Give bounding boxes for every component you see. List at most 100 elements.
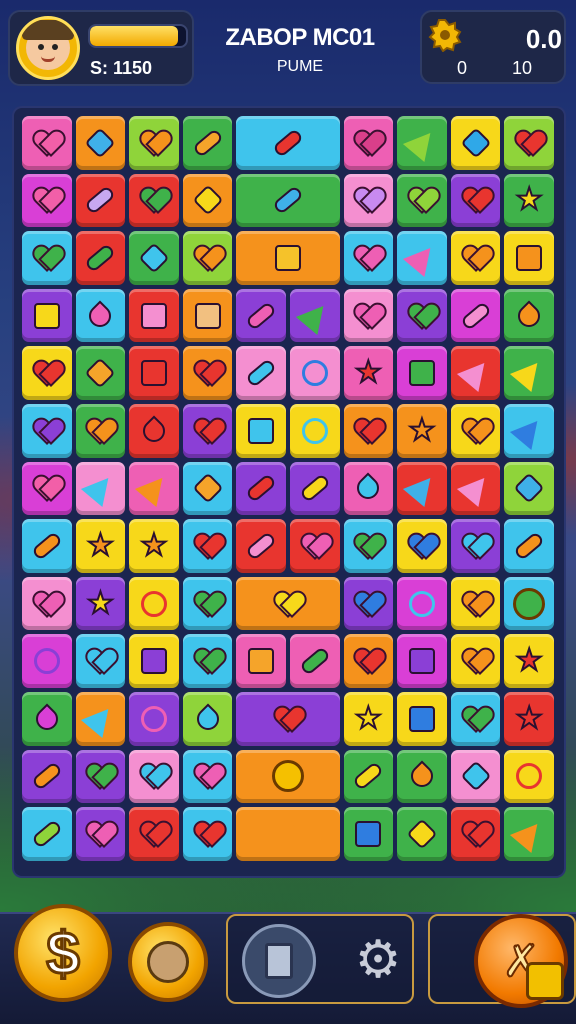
tile-heart[interactable] (182, 576, 233, 631)
tile-heart[interactable] (450, 403, 501, 458)
bag-button[interactable] (128, 922, 208, 1002)
tile-arrow[interactable] (504, 807, 554, 861)
tile-pill[interactable] (236, 173, 340, 228)
tile-box[interactable] (182, 288, 233, 343)
tile-box[interactable] (129, 634, 179, 688)
tile-star[interactable]: ★ (504, 634, 554, 688)
tile-pill[interactable] (22, 519, 72, 573)
tile-box[interactable] (397, 346, 447, 400)
tile-key[interactable] (504, 749, 554, 804)
tile-star[interactable]: ★ (129, 519, 179, 573)
tile-arrow[interactable] (504, 346, 554, 400)
tile-arrow[interactable] (75, 461, 126, 516)
tile-heart[interactable] (504, 116, 554, 170)
tile-heart[interactable] (236, 691, 340, 746)
tile-key[interactable] (397, 576, 447, 631)
tile-pill[interactable] (236, 116, 340, 170)
tile-gem[interactable] (182, 461, 233, 516)
tile-gem[interactable] (450, 116, 501, 170)
tile-heart[interactable] (22, 576, 72, 631)
tile-heart[interactable] (129, 749, 179, 804)
tile-heart[interactable] (129, 807, 179, 861)
tile-box[interactable] (129, 346, 179, 400)
tile-heart[interactable] (75, 807, 126, 861)
coin-button[interactable]: $ (14, 904, 112, 1002)
tile-heart[interactable] (450, 231, 501, 285)
tile-arrow[interactable] (450, 461, 501, 516)
tile-pill[interactable] (289, 634, 340, 688)
tile-arrow[interactable] (504, 403, 554, 458)
tile-heart[interactable] (182, 634, 233, 688)
tile-drop[interactable] (504, 288, 554, 343)
tile-key[interactable] (129, 691, 179, 746)
tile-star[interactable]: ★ (504, 173, 554, 228)
tile-circle[interactable] (504, 576, 554, 631)
tile-heart[interactable] (343, 634, 394, 688)
tile-arrow[interactable] (75, 691, 126, 746)
tile-heart[interactable] (343, 231, 394, 285)
tile-heart[interactable] (289, 519, 340, 573)
tile-gem[interactable] (397, 807, 447, 861)
tile-gem[interactable] (504, 461, 554, 516)
tile-box[interactable] (343, 807, 394, 861)
tile-heart[interactable] (129, 116, 179, 170)
tile-pill[interactable] (343, 749, 394, 804)
tile-pill[interactable] (75, 173, 126, 228)
tile-heart[interactable] (182, 519, 233, 573)
tile-key[interactable] (236, 807, 340, 861)
gold-gear-icon[interactable] (428, 18, 462, 52)
tile-key[interactable] (22, 634, 72, 688)
tile-heart[interactable] (22, 346, 72, 400)
tile-heart[interactable] (22, 461, 72, 516)
tile-heart[interactable] (75, 403, 126, 458)
tile-heart[interactable] (22, 231, 72, 285)
tile-pill[interactable] (236, 288, 286, 343)
tile-arrow[interactable] (450, 346, 501, 400)
settings-gear-icon[interactable]: ⚙ (348, 930, 408, 990)
tile-heart[interactable] (343, 403, 394, 458)
tile-heart[interactable] (450, 634, 501, 688)
tile-heart[interactable] (397, 288, 447, 343)
player-avatar[interactable] (16, 16, 80, 80)
tile-circle[interactable] (236, 749, 340, 804)
tile-star[interactable]: ★ (504, 691, 554, 746)
tile-heart[interactable] (22, 173, 72, 228)
tile-gem[interactable] (182, 173, 233, 228)
tile-drop[interactable] (75, 288, 126, 343)
tile-pill[interactable] (22, 749, 72, 804)
tile-pill[interactable] (236, 461, 286, 516)
tile-pill[interactable] (236, 346, 286, 400)
tile-drop[interactable] (22, 691, 72, 746)
tile-star[interactable]: ★ (397, 403, 447, 458)
tile-gem[interactable] (450, 749, 501, 804)
tile-arrow[interactable] (289, 288, 340, 343)
tile-heart[interactable] (182, 807, 233, 861)
tile-heart[interactable] (22, 403, 72, 458)
tile-heart[interactable] (343, 173, 394, 228)
tile-arrow[interactable] (129, 461, 179, 516)
tile-heart[interactable] (450, 519, 501, 573)
tile-box[interactable] (397, 634, 447, 688)
tile-star[interactable]: ★ (75, 519, 126, 573)
tile-drop[interactable] (343, 461, 394, 516)
tile-pill[interactable] (182, 116, 233, 170)
tile-box[interactable] (236, 634, 286, 688)
tile-star[interactable]: ★ (343, 691, 394, 746)
tile-heart[interactable] (22, 116, 72, 170)
tile-heart[interactable] (450, 691, 501, 746)
tile-gem[interactable] (129, 231, 179, 285)
tile-box[interactable] (504, 231, 554, 285)
tile-arrow[interactable] (397, 461, 447, 516)
tile-heart[interactable] (182, 403, 233, 458)
tile-box[interactable] (236, 231, 340, 285)
tile-heart[interactable] (182, 231, 233, 285)
tile-heart[interactable] (75, 749, 126, 804)
tile-arrow[interactable] (397, 231, 447, 285)
tile-heart[interactable] (182, 346, 233, 400)
tile-drop[interactable] (182, 691, 233, 746)
tile-gem[interactable] (75, 116, 126, 170)
tile-key[interactable] (129, 576, 179, 631)
book-button[interactable] (242, 924, 316, 998)
tile-heart[interactable] (343, 519, 394, 573)
tile-heart[interactable] (450, 576, 501, 631)
